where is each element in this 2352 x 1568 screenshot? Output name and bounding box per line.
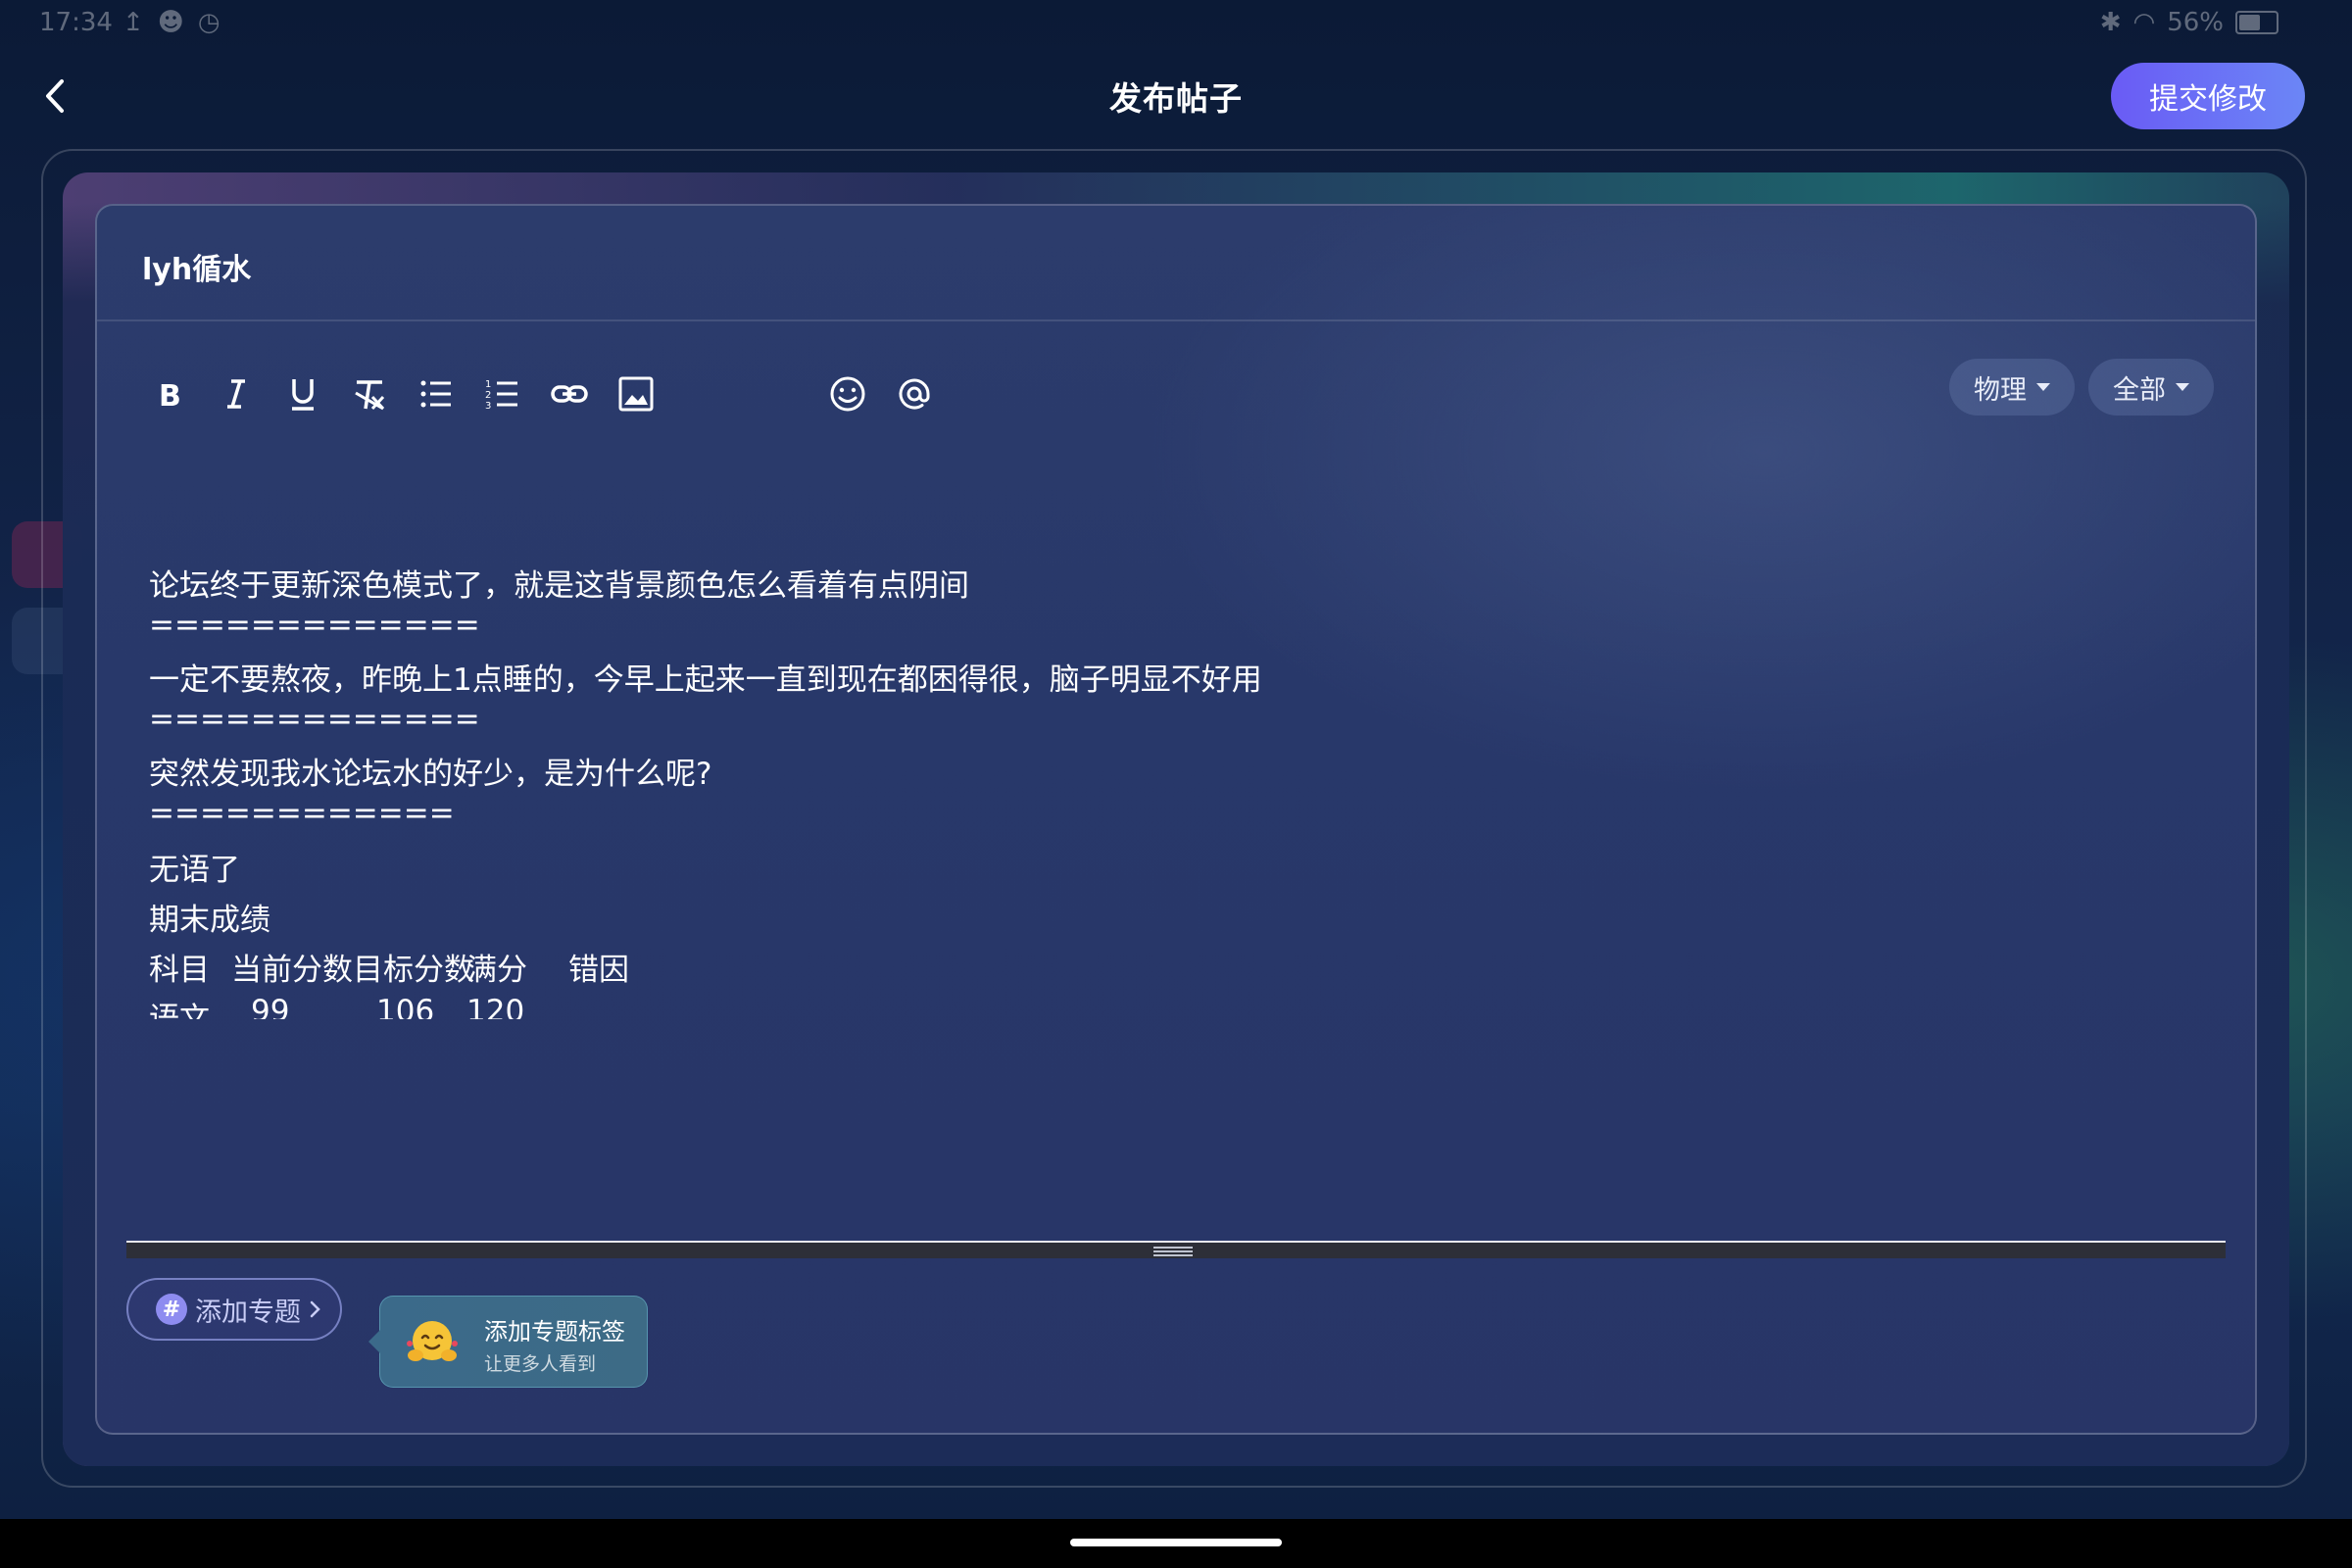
timer-icon: ◷: [197, 8, 220, 37]
table-cell: 99: [251, 994, 290, 1019]
scope-dropdown-label: 全部: [2113, 374, 2166, 406]
upload-icon: ↥: [122, 8, 144, 37]
add-topic-button[interactable]: # 添加专题: [126, 1278, 342, 1341]
mention-icon: [899, 378, 930, 410]
content-line: ============: [149, 796, 455, 831]
hash-icon: #: [156, 1294, 187, 1325]
italic-button[interactable]: [203, 359, 270, 429]
svg-text:2: 2: [485, 390, 491, 401]
format-toolbar: B 123: [136, 359, 669, 429]
table-header-cell: 错因: [568, 953, 629, 988]
svg-text:3: 3: [485, 401, 491, 412]
image-icon: [618, 376, 654, 412]
home-indicator[interactable]: [1070, 1539, 1282, 1546]
status-time: 17:34: [39, 8, 113, 37]
topic-tip-tooltip: 添加专题标签 让更多人看到: [368, 1296, 648, 1388]
italic-icon: [227, 379, 245, 409]
battery-icon: [2235, 11, 2278, 34]
post-title-input[interactable]: lyh循水: [142, 245, 251, 288]
add-topic-label: 添加专题: [195, 1297, 301, 1328]
page-title: 发布帖子: [1109, 79, 1243, 118]
subject-dropdown-label: 物理: [1974, 374, 2027, 406]
table-header-cell: 满分: [466, 953, 527, 988]
svg-text:B: B: [159, 379, 181, 414]
clear-format-icon: [355, 380, 385, 411]
subject-dropdown[interactable]: 物理: [1949, 359, 2075, 416]
table-cell: 106: [376, 994, 435, 1019]
numbered-list-button[interactable]: 123: [469, 359, 536, 429]
extra-toolbar: [814, 359, 948, 429]
caret-down-icon: [2176, 383, 2189, 391]
hug-emoji-icon: [407, 1321, 458, 1361]
content-line: 论坛终于更新深色模式了，就是这背景颜色怎么看着有点阴间: [149, 568, 969, 604]
bullet-list-button[interactable]: [403, 359, 469, 429]
wifi-icon: ◠: [2132, 8, 2156, 37]
clear-format-button[interactable]: [336, 359, 403, 429]
mention-button[interactable]: [881, 359, 948, 429]
table-header-cell: 当前分数: [231, 953, 353, 988]
status-bar: 17:34 ↥ ☻ ◷ ✱ ◠ 56%: [0, 0, 2352, 49]
underline-button[interactable]: [270, 359, 336, 429]
title-divider: [97, 319, 2255, 321]
content-line: 期末成绩: [149, 903, 270, 938]
submit-button[interactable]: 提交修改: [2111, 63, 2305, 129]
caret-down-icon: [2036, 383, 2050, 391]
app-notification-icon: ☻: [157, 8, 184, 37]
score-table-header: 科目 当前分数 目标分数 满分 错因: [149, 945, 1325, 988]
content-line: =============: [149, 702, 480, 737]
table-header-cell: 科目: [149, 953, 210, 988]
content-line: 一定不要熬夜，昨晚上1点睡的，今早上起来一直到现在都困得很，脑子明显不好用: [149, 662, 1262, 698]
emoji-icon: [830, 376, 865, 412]
status-right: ✱ ◠ 56%: [2100, 8, 2278, 37]
link-button[interactable]: [536, 359, 603, 429]
bold-icon: B: [159, 379, 181, 414]
bullet-list-icon: [420, 380, 451, 408]
battery-percent: 56%: [2167, 8, 2224, 37]
score-table-row-clip: 语文 99 106 120: [149, 994, 1325, 1019]
link-icon: [551, 385, 588, 403]
svg-text:1: 1: [485, 379, 491, 390]
table-cell: 120: [466, 994, 525, 1019]
status-notification-icons: ↥ ☻ ◷: [122, 8, 220, 37]
table-cell: 语文: [149, 1002, 210, 1019]
scope-dropdown[interactable]: 全部: [2088, 359, 2214, 416]
content-line: 突然发现我水论坛水的好少，是为什么呢?: [149, 757, 712, 792]
tip-subtitle: 让更多人看到: [484, 1353, 597, 1375]
underline-icon: [292, 379, 314, 411]
bold-button[interactable]: B: [136, 359, 203, 429]
tip-title: 添加专题标签: [484, 1318, 625, 1346]
numbered-list-icon: 123: [485, 379, 517, 412]
image-button[interactable]: [603, 359, 669, 429]
emoji-button[interactable]: [814, 359, 881, 429]
editor-card: lyh循水 B 123 物理 全部 论坛终于更新深色模式了，就是这背景颜色怎么看…: [95, 204, 2257, 1435]
score-table-row: 语文 99 106 120: [149, 994, 1325, 1019]
editor-resize-bar[interactable]: [126, 1241, 2226, 1258]
chevron-right-icon: [310, 1300, 320, 1318]
resize-handle-icon[interactable]: [1153, 1245, 1193, 1256]
content-line: =============: [149, 608, 480, 643]
bluetooth-icon: ✱: [2099, 8, 2122, 37]
table-header-cell: 目标分数: [353, 953, 474, 988]
content-line: 无语了: [149, 853, 240, 888]
